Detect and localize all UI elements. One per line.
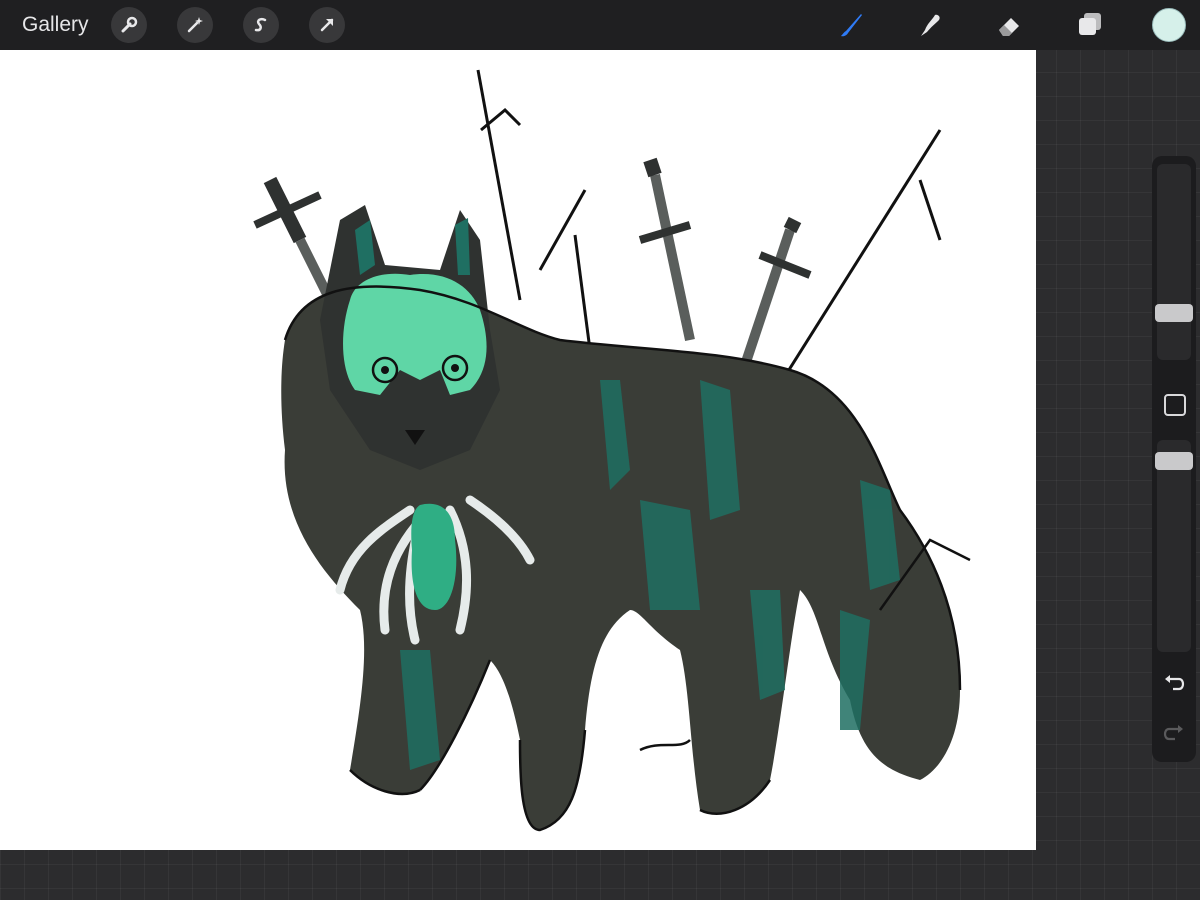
modify-square-button[interactable] — [1164, 394, 1186, 416]
right-toolset — [832, 0, 1200, 50]
brush-icon[interactable] — [832, 7, 868, 43]
brush-sidebar — [1152, 156, 1196, 762]
brush-size-thumb[interactable] — [1155, 304, 1193, 322]
layers-icon[interactable] — [1072, 7, 1108, 43]
eraser-icon[interactable] — [992, 7, 1028, 43]
redo-icon[interactable] — [1162, 720, 1186, 744]
selection-s-icon[interactable] — [242, 7, 279, 43]
gallery-button[interactable]: Gallery — [22, 13, 89, 37]
wolf-with-swords-drawing — [253, 69, 971, 832]
actions-wrench-icon[interactable] — [110, 7, 147, 43]
brush-size-slider[interactable] — [1155, 164, 1193, 360]
transform-arrow-icon[interactable] — [308, 7, 345, 43]
drawing-canvas[interactable] — [0, 50, 1036, 850]
smudge-icon[interactable] — [912, 7, 948, 43]
adjustments-magic-wand-icon[interactable] — [176, 7, 213, 43]
color-picker-swatch[interactable] — [1152, 8, 1186, 42]
top-toolbar: Gallery — [0, 0, 1200, 50]
undo-icon[interactable] — [1162, 670, 1186, 694]
opacity-slider[interactable] — [1155, 440, 1193, 652]
opacity-thumb[interactable] — [1155, 452, 1193, 470]
